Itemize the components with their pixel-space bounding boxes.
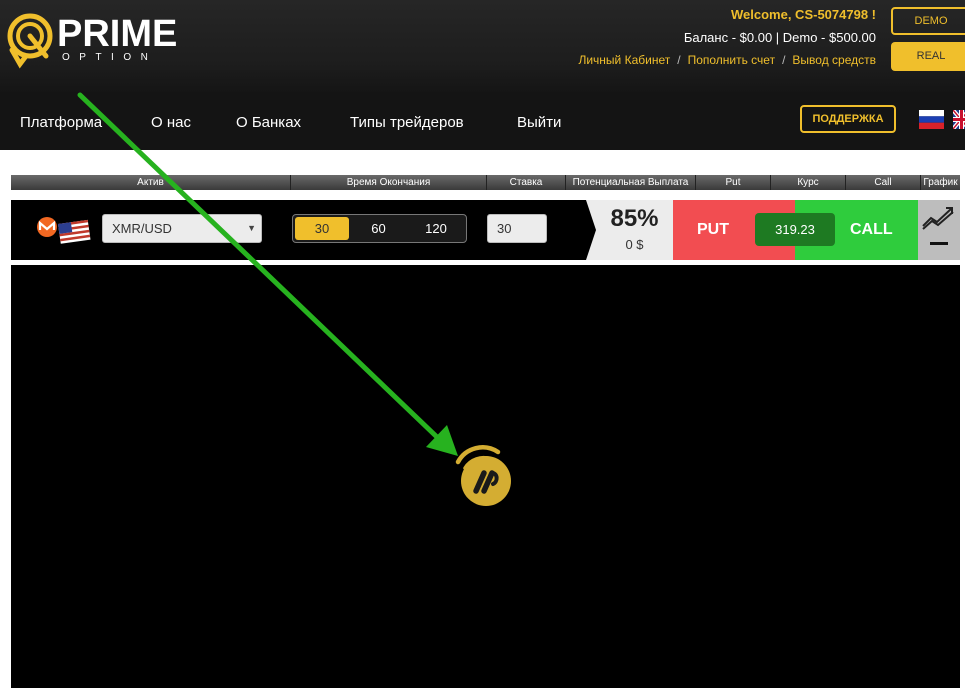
link-separator: / bbox=[677, 53, 681, 67]
nav-item-logout[interactable]: Выйти bbox=[517, 114, 561, 131]
welcome-text: Welcome, CS-5074798 ! bbox=[731, 7, 876, 22]
current-rate: 319.23 bbox=[755, 213, 835, 246]
column-header-stake: Ставка bbox=[487, 175, 566, 190]
loading-spinner-icon bbox=[455, 445, 511, 506]
stake-input[interactable]: 30 bbox=[487, 214, 547, 243]
brand-subtitle: OPTION bbox=[62, 52, 158, 63]
chevron-down-icon: ▼ bbox=[247, 223, 256, 233]
column-header-payout: Потенциальная Выплата bbox=[566, 175, 696, 190]
column-header-asset: Актив bbox=[11, 175, 291, 190]
payout-amount: 0 $ bbox=[625, 237, 644, 252]
demo-button[interactable]: DEMO bbox=[891, 7, 965, 35]
nav-item-banks[interactable]: О Банках bbox=[236, 114, 301, 131]
column-header-rate: Курс bbox=[771, 175, 846, 190]
nav-item-platform[interactable]: Платформа bbox=[20, 114, 102, 131]
nav-item-trader-types[interactable]: Типы трейдеров bbox=[350, 114, 464, 131]
link-withdraw[interactable]: Вывод средств bbox=[792, 53, 876, 67]
chart-toggle-button[interactable] bbox=[918, 200, 960, 260]
uk-flag-icon[interactable] bbox=[953, 110, 965, 129]
column-header-put: Put bbox=[696, 175, 771, 190]
trade-row: XMR/USD ▼ 30 60 120 30 85% 0 $ PUT CALL … bbox=[11, 200, 960, 260]
account-links: Личный Кабинет / Пополнить счет / Вывод … bbox=[578, 53, 876, 67]
russian-flag-icon[interactable] bbox=[919, 110, 944, 129]
asset-select-value: XMR/USD bbox=[112, 221, 172, 236]
column-header-call: Call bbox=[846, 175, 921, 190]
expiry-time-selector: 30 60 120 bbox=[292, 214, 467, 243]
link-personal-cabinet[interactable]: Личный Кабинет bbox=[578, 53, 670, 67]
nav-item-about[interactable]: О нас bbox=[151, 114, 191, 131]
header: PRIME OPTION Welcome, CS-5074798 ! Балан… bbox=[0, 0, 965, 92]
time-option-60[interactable]: 60 bbox=[351, 217, 406, 240]
chart-area[interactable] bbox=[11, 265, 960, 688]
logo[interactable]: PRIME OPTION bbox=[6, 12, 196, 72]
main-nav: Платформа О нас О Банках Типы трейдеров … bbox=[0, 92, 965, 150]
link-separator: / bbox=[782, 53, 786, 67]
prime-option-logo-icon bbox=[7, 13, 53, 69]
asset-select[interactable]: XMR/USD ▼ bbox=[102, 214, 262, 243]
time-option-120[interactable]: 120 bbox=[408, 217, 464, 240]
real-button[interactable]: REAL bbox=[891, 42, 965, 71]
payout-box: 85% 0 $ bbox=[586, 200, 673, 260]
time-option-30[interactable]: 30 bbox=[295, 217, 349, 240]
payout-percent: 85% bbox=[610, 205, 659, 232]
monero-us-flag-icon bbox=[37, 217, 91, 244]
brand-name: PRIME bbox=[57, 13, 178, 55]
column-header-chart: График bbox=[923, 177, 958, 188]
column-header-bar: Актив Время Окончания Ставка Потенциальн… bbox=[11, 175, 960, 190]
column-header-expiry: Время Окончания bbox=[291, 175, 487, 190]
balance-text: Баланс - $0.00 | Demo - $500.00 bbox=[683, 30, 876, 45]
trend-chart-icon bbox=[922, 207, 954, 245]
support-button[interactable]: ПОДДЕРЖКА bbox=[800, 105, 896, 133]
link-deposit[interactable]: Пополнить счет bbox=[688, 53, 776, 67]
